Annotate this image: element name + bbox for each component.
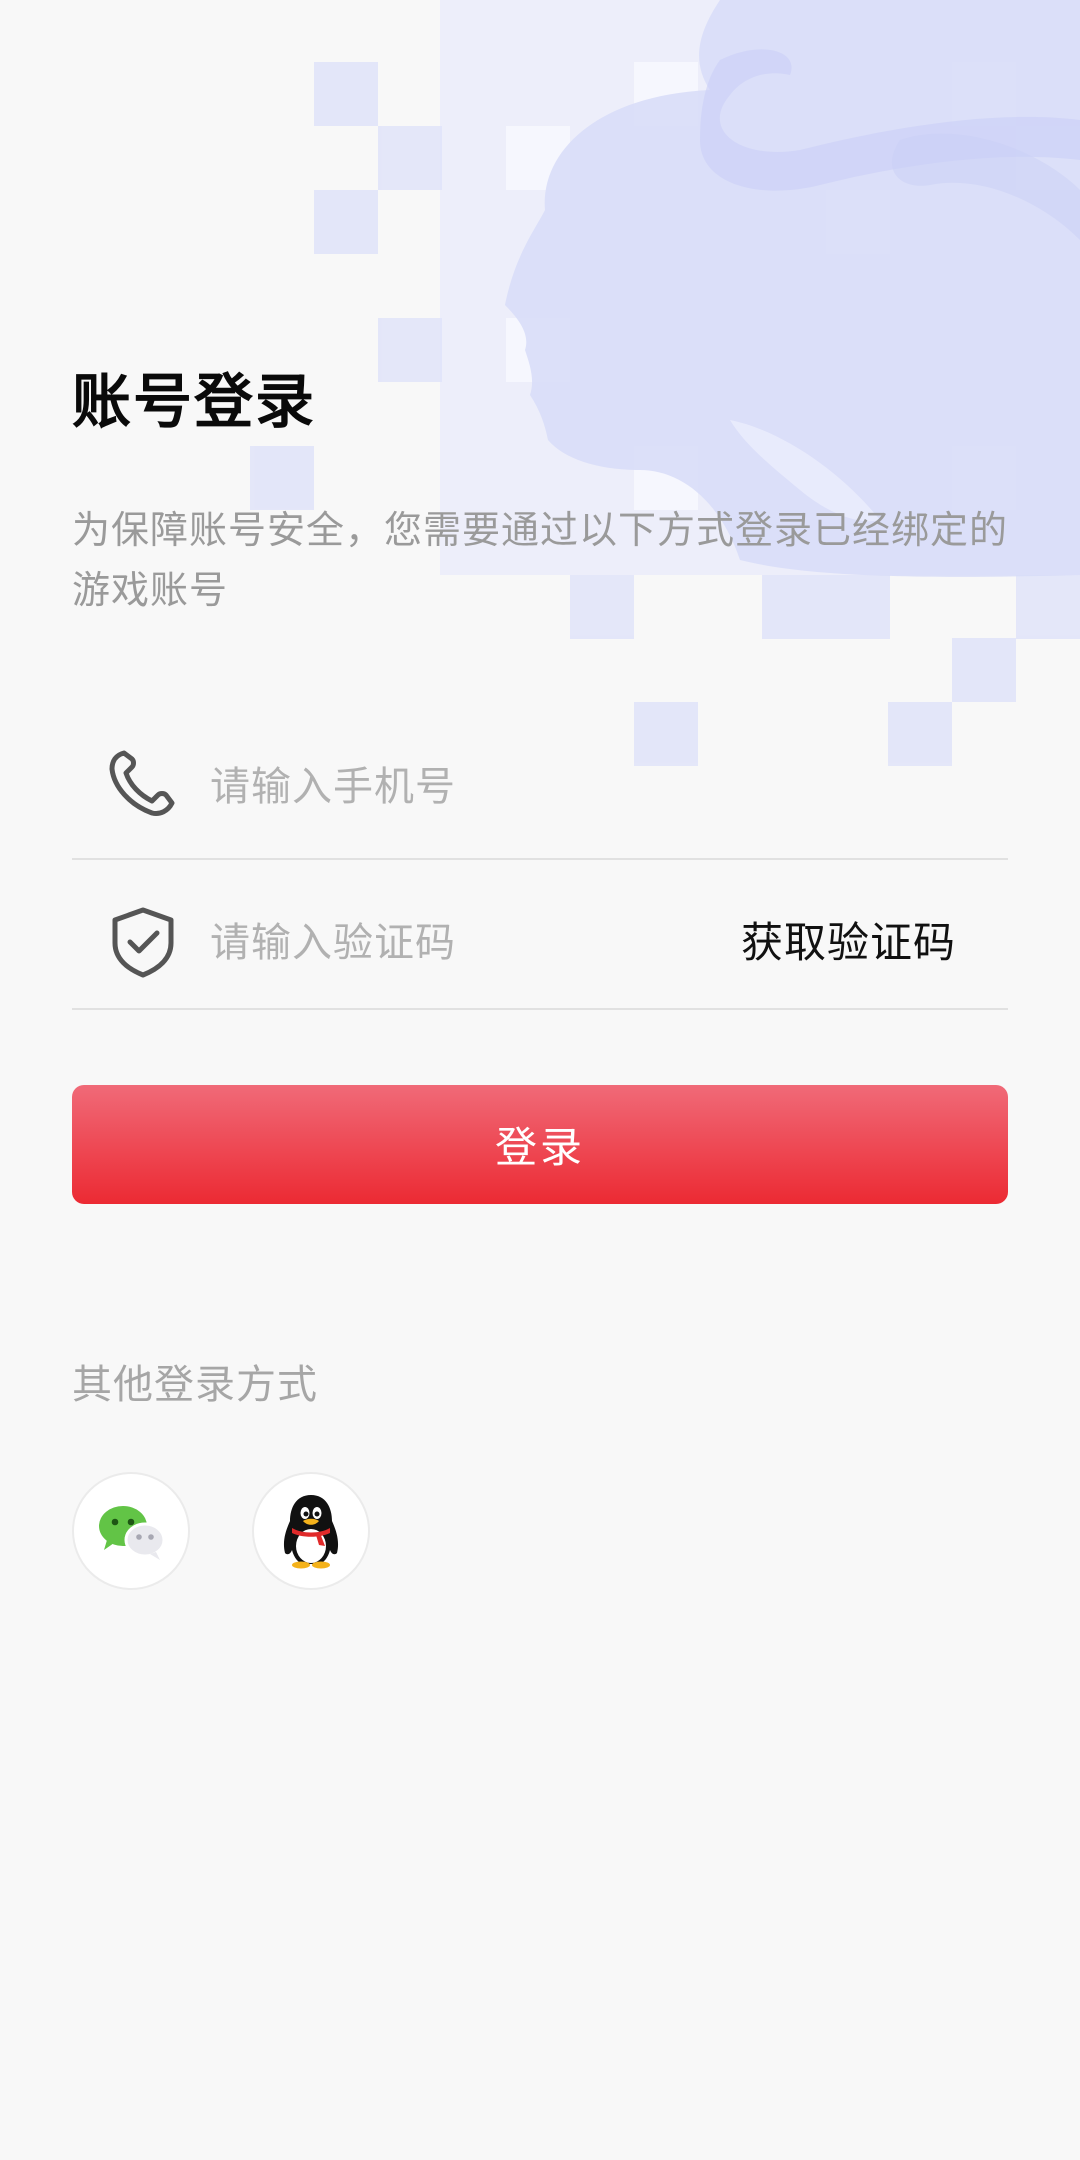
page-title: 账号登录 — [72, 367, 317, 436]
shield-check-icon — [106, 905, 180, 979]
wechat-icon — [99, 1506, 166, 1560]
get-code-button[interactable]: 获取验证码 — [741, 908, 956, 978]
qq-icon — [283, 1495, 339, 1569]
verification-code-input[interactable] — [210, 908, 710, 978]
other-login-label: 其他登录方式 — [72, 1362, 318, 1408]
qq-login-button[interactable] — [252, 1472, 370, 1590]
phone-field-row — [72, 710, 1008, 860]
phone-icon — [106, 747, 180, 821]
login-button[interactable]: 登录 — [72, 1085, 1008, 1204]
phone-input[interactable] — [210, 752, 970, 822]
wechat-login-button[interactable] — [72, 1472, 190, 1590]
page-description: 为保障账号安全，您需要通过以下方式登录已经绑定的游戏账号 — [72, 508, 1009, 612]
code-field-row: 获取验证码 — [72, 860, 1008, 1010]
